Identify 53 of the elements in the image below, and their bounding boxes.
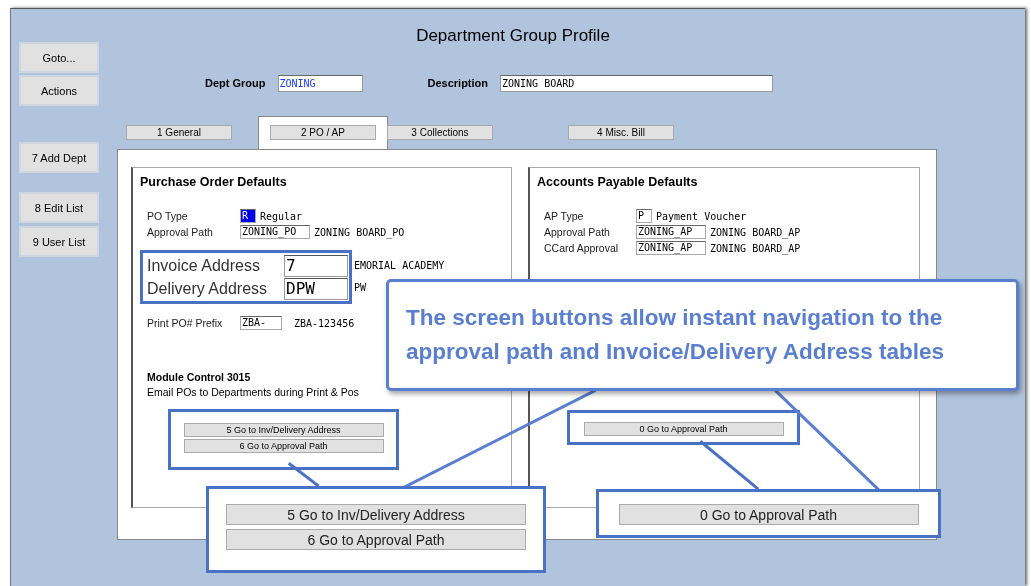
- tab[interactable]: 2 PO / AP: [270, 125, 376, 140]
- go-to-button[interactable]: 5 Go to Inv/Delivery Address: [226, 504, 526, 525]
- field-description: PW: [354, 282, 367, 294]
- go-to-button[interactable]: 6 Go to Approval Path: [183, 439, 384, 453]
- window-title: Department Group Profile: [415, 26, 611, 47]
- field-description: Payment Voucher: [656, 210, 747, 222]
- input-field[interactable]: P: [636, 209, 652, 223]
- go-to-button[interactable]: 0 Go to Approval Path: [618, 504, 919, 525]
- input-field[interactable]: ZONING_AP: [636, 225, 706, 239]
- module-control-title: Module Control 3015: [146, 371, 252, 383]
- input-field[interactable]: ZBA-: [240, 316, 282, 330]
- field-description: ZBA-123456: [294, 317, 355, 329]
- go-to-button[interactable]: 6 Go to Approval Path: [226, 529, 526, 550]
- field-label: AP Type: [544, 210, 585, 222]
- field-label: Print PO# Prefix: [147, 317, 224, 329]
- go-to-button[interactable]: 0 Go to Approval Path: [583, 422, 784, 436]
- field-label: Delivery Address: [147, 279, 269, 298]
- input-field[interactable]: 7: [284, 254, 348, 277]
- field-description: ZONING BOARD_AP: [710, 242, 801, 254]
- field-description: ZONING BOARD_AP: [710, 226, 801, 238]
- description-field[interactable]: ZONING BOARD: [500, 74, 773, 92]
- side-button[interactable]: 9 User List: [19, 226, 99, 257]
- input-field[interactable]: ZONING_PO: [240, 225, 310, 239]
- field-label: Approval Path: [147, 226, 214, 238]
- description-label: Description: [427, 77, 488, 89]
- side-button[interactable]: Goto...: [19, 42, 99, 73]
- field-description: EMORIAL ACADEMY: [354, 260, 445, 272]
- side-button[interactable]: Actions: [19, 75, 99, 106]
- go-to-button[interactable]: 5 Go to Inv/Delivery Address: [183, 423, 384, 437]
- group-title: Accounts Payable Defaults: [537, 175, 699, 191]
- dept-group-field[interactable]: ZONING: [277, 74, 363, 92]
- input-field[interactable]: ZONING_AP: [636, 241, 706, 255]
- field-description: Regular: [260, 210, 303, 222]
- field-label: Approval Path: [544, 226, 611, 238]
- field-description: ZONING BOARD_PO: [314, 226, 405, 238]
- input-field[interactable]: R: [240, 209, 256, 223]
- tab-frame[interactable]: 4 Misc. Bill: [568, 125, 674, 149]
- tab[interactable]: 3 Collections: [387, 125, 493, 140]
- module-control-text: Email POs to Departments during Print & Pos: [146, 386, 360, 398]
- callout-text: The screen buttons allow instant navigation to the approval path and Invoice/Delivery Address tables: [406, 304, 946, 366]
- input-field[interactable]: DPW: [284, 277, 348, 300]
- dept-group-label: Dept Group: [205, 77, 266, 89]
- tab-frame[interactable]: 3 Collections: [387, 125, 493, 149]
- field-label: Invoice Address: [147, 256, 261, 275]
- side-button[interactable]: 7 Add Dept: [19, 142, 99, 173]
- side-button[interactable]: 8 Edit List: [19, 192, 99, 223]
- tab[interactable]: 4 Misc. Bill: [568, 125, 674, 140]
- group-title: Purchase Order Defaults: [140, 175, 288, 191]
- field-label: PO Type: [147, 210, 189, 222]
- tab[interactable]: 1 General: [126, 125, 232, 140]
- tab-frame[interactable]: 2 PO / AP: [258, 116, 388, 149]
- tab-frame[interactable]: 1 General: [126, 125, 232, 149]
- field-label: CCard Approval: [544, 242, 620, 254]
